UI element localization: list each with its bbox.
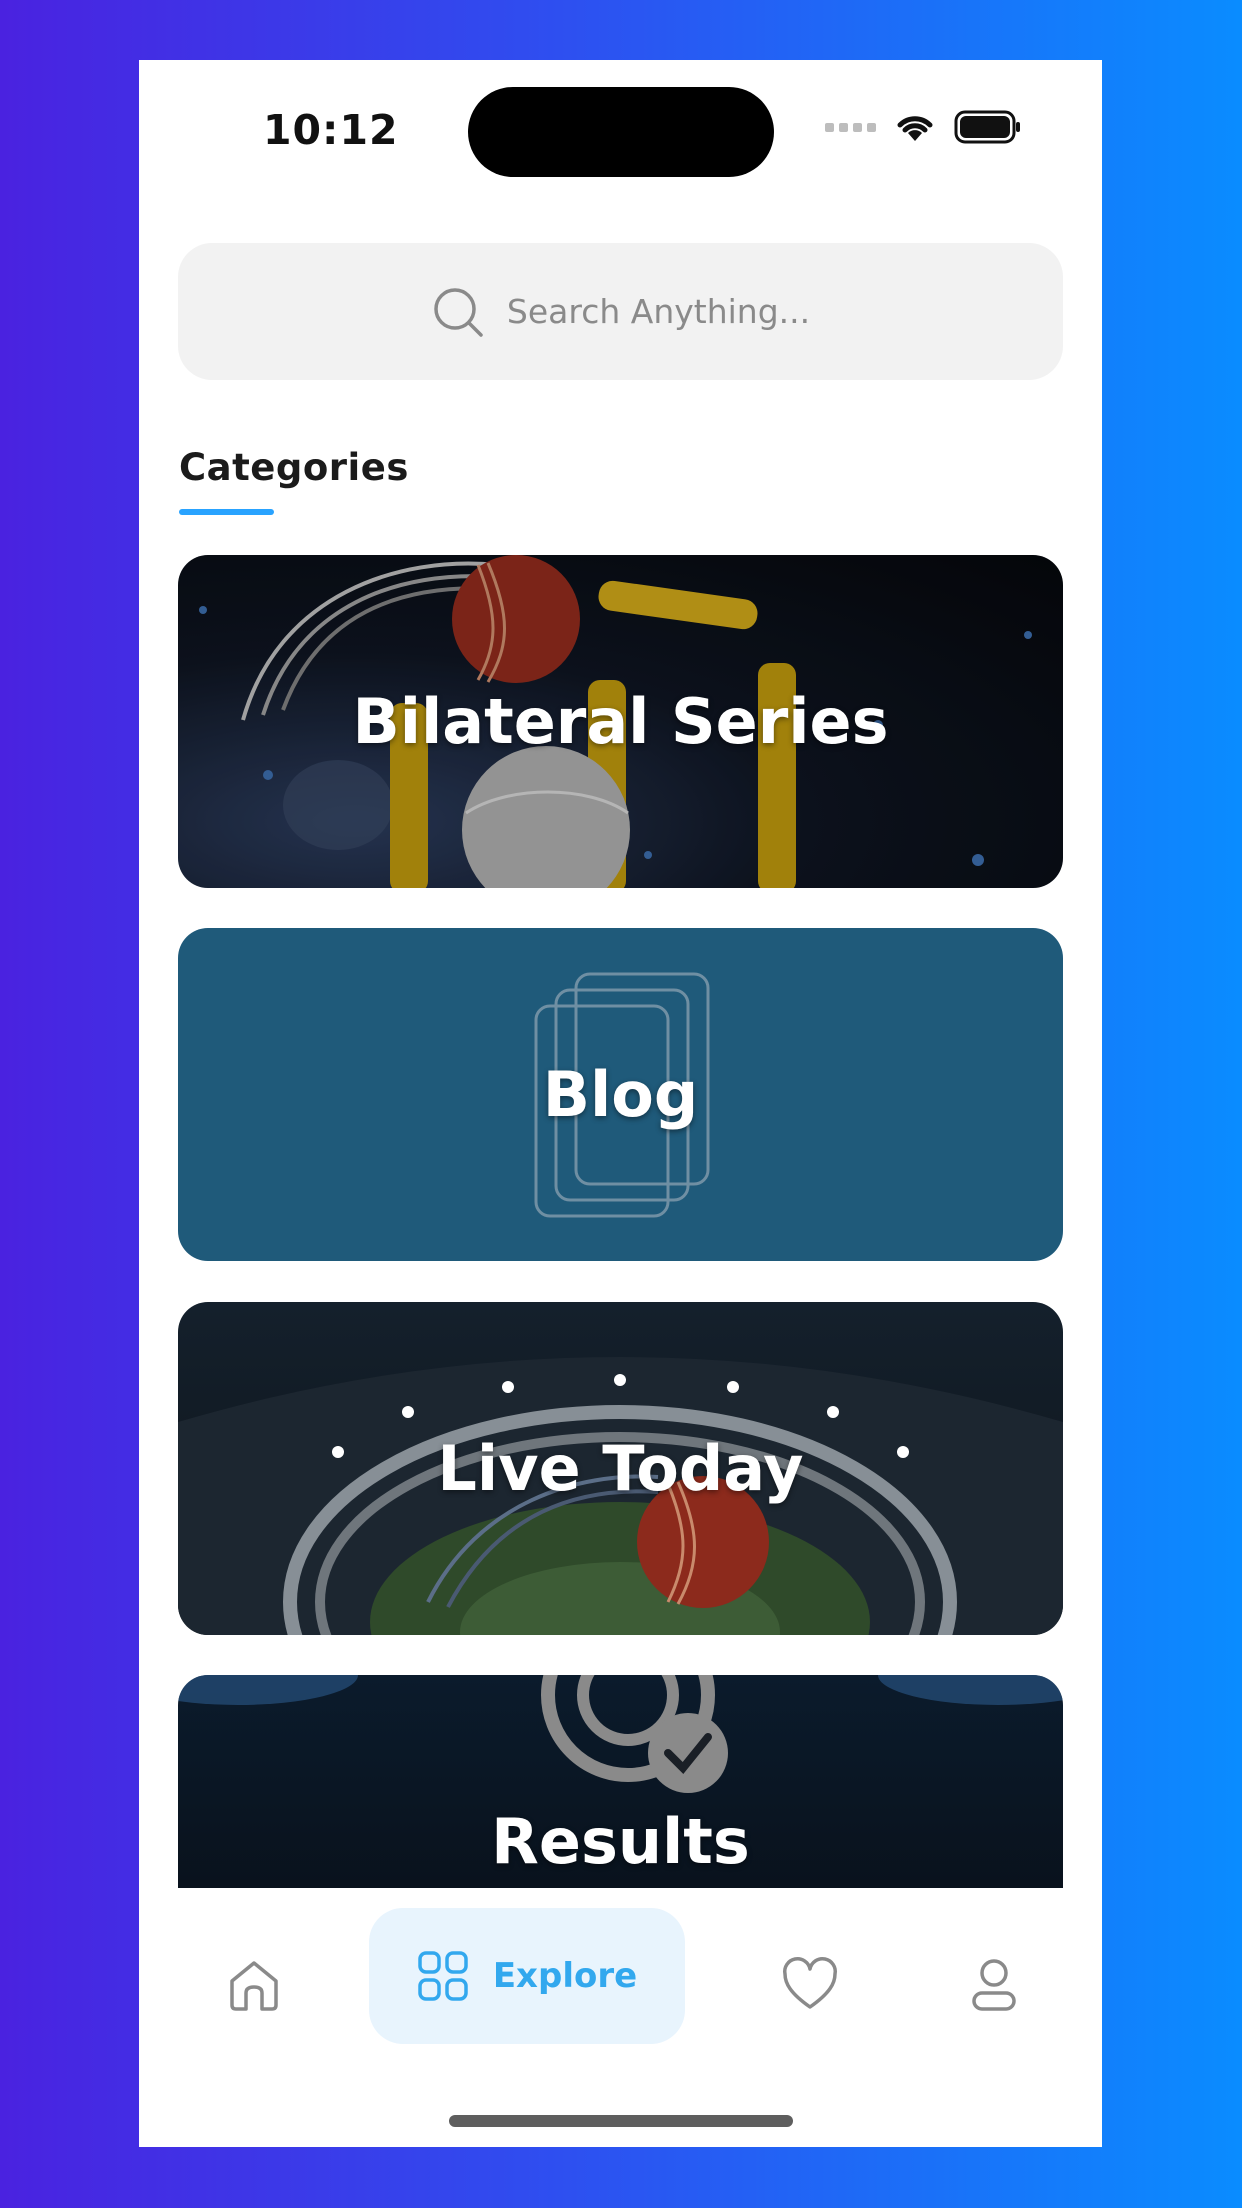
dynamic-island <box>468 87 774 177</box>
search-placeholder: Search Anything... <box>506 292 811 331</box>
category-title: Live Today <box>437 1432 804 1505</box>
search-bar[interactable]: Search Anything... <box>178 243 1063 380</box>
search-icon <box>434 287 483 337</box>
categories-underline <box>179 509 274 515</box>
cellular-signal-icon <box>825 122 876 132</box>
status-time: 10:12 <box>263 106 399 154</box>
wifi-icon <box>897 116 933 141</box>
category-title: Bilateral Series <box>352 685 889 758</box>
category-title: Results <box>491 1805 750 1878</box>
battery-icon <box>954 110 1020 144</box>
phone-screen: 10:12 Search Anything... Categories Bila… <box>139 60 1102 2147</box>
category-card-bilateral-series[interactable]: Bilateral Series <box>178 555 1063 888</box>
category-card-live-today[interactable]: Live Today <box>178 1302 1063 1635</box>
category-title: Blog <box>542 1058 699 1131</box>
categories-heading: Categories <box>179 446 409 489</box>
category-card-blog[interactable]: Blog <box>178 928 1063 1261</box>
home-indicator[interactable] <box>449 2115 793 2127</box>
status-icons <box>825 110 1022 144</box>
category-card-results[interactable]: Results <box>178 1675 1063 2008</box>
